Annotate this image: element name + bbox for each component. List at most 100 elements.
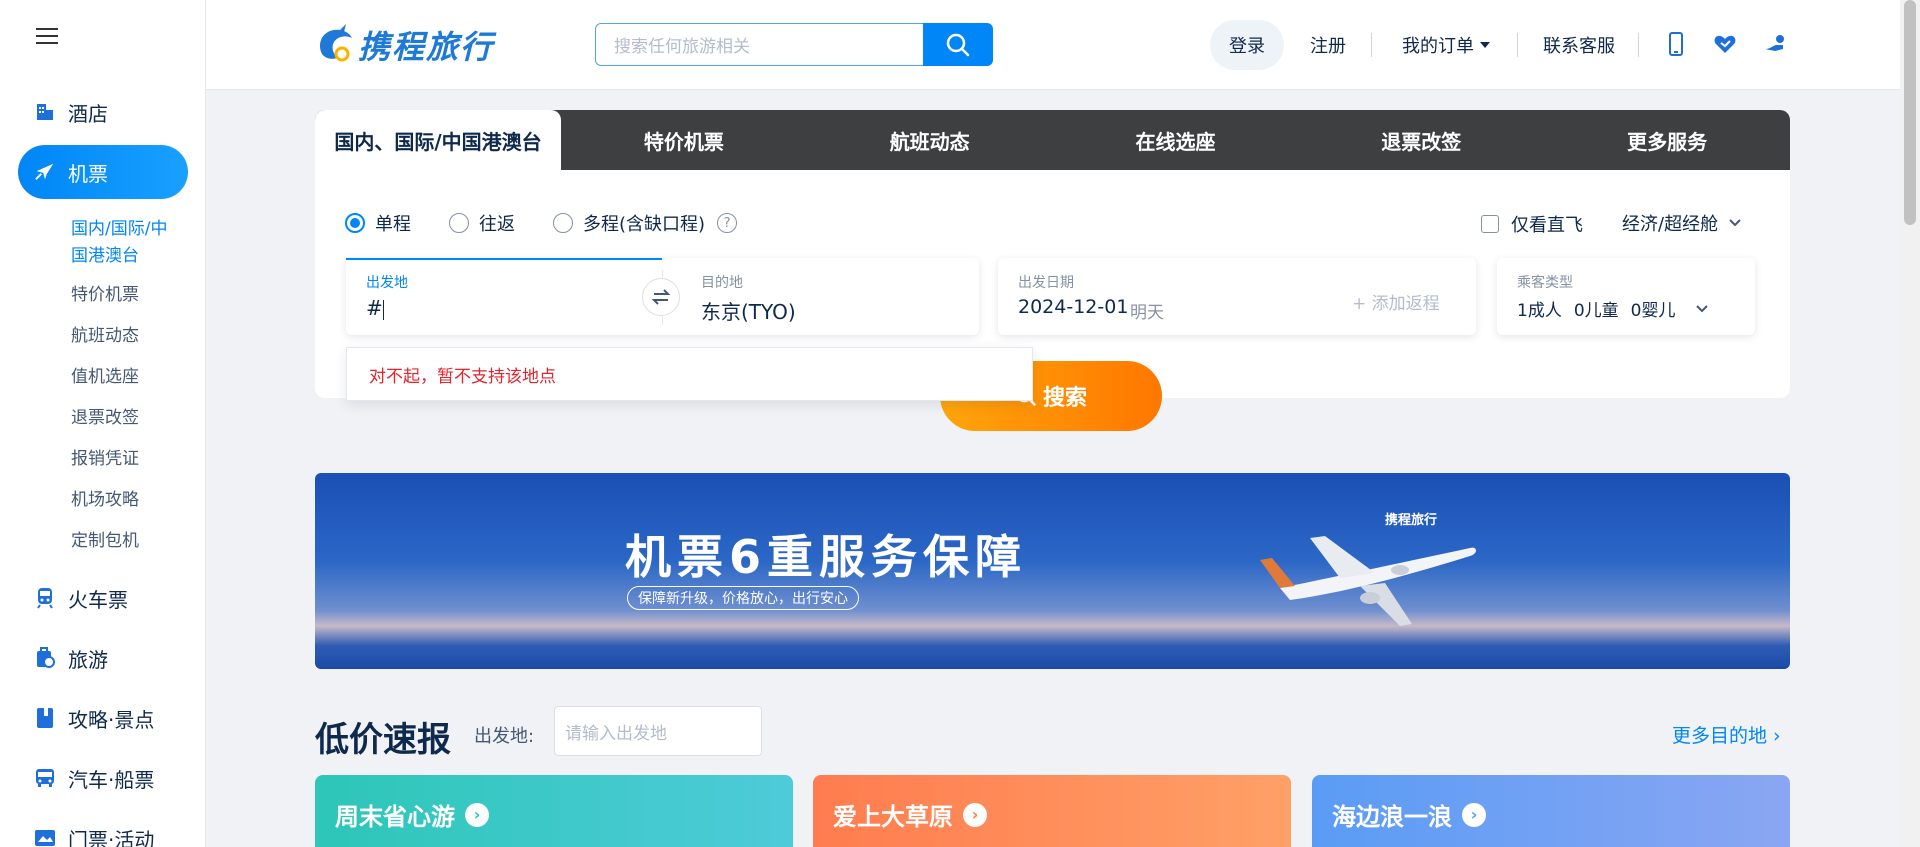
- login-button[interactable]: 登录: [1210, 20, 1284, 70]
- passenger-label: 乘客类型: [1517, 275, 1573, 291]
- customer-service-link[interactable]: 联系客服: [1543, 20, 1615, 70]
- date-value: 2024-12-01: [1018, 296, 1129, 318]
- sub-item-domestic[interactable]: 国内/国际/中 国港澳台: [71, 216, 167, 270]
- orders-label: 我的订单: [1402, 36, 1474, 57]
- scrollbar-thumb[interactable]: [1904, 0, 1916, 225]
- tab-refund-change[interactable]: 退票改签: [1298, 110, 1544, 170]
- divider: [1371, 33, 1372, 57]
- promo-banner[interactable]: 机票6重服务保障 保障新升级，价格放心，出行安心 携程旅行: [315, 473, 1790, 669]
- heart-hand-icon[interactable]: [1712, 30, 1738, 58]
- chevron-down-icon: [1729, 219, 1741, 227]
- logo[interactable]: 携程旅行: [314, 22, 494, 68]
- help-icon[interactable]: ?: [717, 213, 738, 233]
- to-input[interactable]: 东京(TYO): [701, 296, 796, 325]
- sidebar-item-travel[interactable]: 旅游: [18, 631, 188, 685]
- sidebar-item-label: 旅游: [68, 647, 108, 672]
- arrow-right-icon: ›: [465, 802, 489, 827]
- hotel-icon: [34, 101, 56, 123]
- tab-special-fares[interactable]: 特价机票: [561, 110, 807, 170]
- banner-title: 机票6重服务保障: [625, 530, 1028, 584]
- checkbox-box[interactable]: [1481, 215, 1499, 233]
- tab-domestic-international[interactable]: 国内、国际/中国港澳台: [315, 110, 561, 170]
- infants-count: 0婴儿: [1630, 301, 1676, 321]
- divider: [1638, 33, 1639, 57]
- deals-from-input[interactable]: 请输入出发地: [554, 706, 762, 756]
- orders-menu[interactable]: 我的订单: [1402, 20, 1490, 70]
- ticket-icon: [34, 827, 56, 847]
- swap-button[interactable]: [642, 278, 680, 316]
- sidebar-item-label: 汽车·船票: [68, 767, 155, 792]
- mobile-icon[interactable]: [1663, 30, 1689, 58]
- date-hint: 明天: [1130, 303, 1164, 323]
- deal-card[interactable]: 爱上大草原 ›: [813, 775, 1291, 847]
- accessibility-icon[interactable]: [1762, 30, 1788, 58]
- menu-icon[interactable]: [36, 28, 60, 46]
- sidebar-item-bus[interactable]: 汽车·船票: [18, 751, 188, 805]
- sidebar-item-label: 机票: [68, 161, 108, 186]
- sidebar-item-label: 攻略·景点: [68, 707, 155, 732]
- radio-one-way[interactable]: [345, 213, 365, 233]
- sub-item-special[interactable]: 特价机票: [71, 282, 139, 309]
- search-icon: [946, 33, 970, 56]
- sub-item-airport[interactable]: 机场攻略: [71, 487, 139, 514]
- arrow-right-icon: ›: [1462, 802, 1486, 827]
- luggage-icon: [34, 647, 56, 669]
- plane-icon: [34, 161, 56, 183]
- to-label: 目的地: [701, 275, 743, 291]
- cabin-select[interactable]: 经济/超经舱: [1622, 210, 1742, 236]
- book-icon: [34, 707, 56, 729]
- tab-more-services[interactable]: 更多服务: [1544, 110, 1790, 170]
- direct-only-label: 仅看直飞: [1511, 215, 1583, 236]
- deal-card-title: 周末省心游 ›: [335, 797, 489, 832]
- sidebar-item-guide[interactable]: 攻略·景点: [18, 691, 188, 745]
- deal-card[interactable]: 周末省心游 ›: [315, 775, 793, 847]
- top-header: 携程旅行 搜索任何旅游相关 登录 注册 我的订单 联系客服: [206, 0, 1900, 90]
- tab-flight-status[interactable]: 航班动态: [807, 110, 1053, 170]
- dolphin-logo-icon: [320, 24, 352, 62]
- location-error-dropdown: 对不起，暂不支持该地点: [346, 347, 1033, 401]
- from-label: 出发地: [366, 275, 408, 291]
- sidebar-item-hotel[interactable]: 酒店: [18, 85, 188, 139]
- sidebar: 酒店 机票 国内/国际/中 国港澳台 特价机票 航班动态 值机选座 退票改签 报销…: [0, 0, 206, 847]
- bus-icon: [34, 767, 56, 789]
- scrollbar[interactable]: [1900, 0, 1920, 847]
- sidebar-item-train[interactable]: 火车票: [18, 571, 188, 625]
- add-return-button[interactable]: + 添加返程: [1352, 289, 1440, 314]
- date-field[interactable]: 出发日期 2024-12-01 明天 + 添加返程: [998, 258, 1476, 335]
- direct-only-checkbox[interactable]: 仅看直飞: [1481, 211, 1583, 237]
- adults-count: 1成人: [1517, 301, 1562, 321]
- sidebar-item-tickets[interactable]: 门票·活动: [18, 811, 188, 847]
- passenger-field[interactable]: 乘客类型 1成人 0儿童 0婴儿: [1497, 258, 1755, 335]
- date-label: 出发日期: [1018, 275, 1074, 291]
- trip-round-label[interactable]: 往返: [479, 210, 515, 236]
- train-icon: [34, 587, 56, 609]
- tab-seat-selection[interactable]: 在线选座: [1053, 110, 1299, 170]
- cabin-label: 经济/超经舱: [1622, 214, 1719, 235]
- sub-item-charter[interactable]: 定制包机: [71, 528, 139, 555]
- children-count: 0儿童: [1573, 301, 1619, 321]
- flight-tabs: 国内、国际/中国港澳台 特价机票 航班动态 在线选座 退票改签 更多服务: [315, 110, 1790, 170]
- arrow-right-icon: ›: [963, 802, 987, 827]
- deal-card-title: 海边浪一浪 ›: [1332, 797, 1486, 832]
- radio-multi-city[interactable]: [553, 213, 573, 233]
- sidebar-item-flight[interactable]: 机票: [18, 145, 188, 199]
- register-link[interactable]: 注册: [1310, 20, 1346, 70]
- deals-from-label: 出发地:: [474, 726, 535, 747]
- trip-one-way-label[interactable]: 单程: [375, 210, 411, 236]
- more-destinations-link[interactable]: 更多目的地 ›: [1672, 721, 1781, 748]
- sub-item-status[interactable]: 航班动态: [71, 323, 139, 350]
- banner-subtitle: 保障新升级，价格放心，出行安心: [627, 586, 859, 610]
- global-search-button[interactable]: [923, 23, 993, 66]
- sub-item-refund[interactable]: 退票改签: [71, 405, 139, 432]
- global-search-input[interactable]: 搜索任何旅游相关: [595, 23, 923, 66]
- divider: [1517, 33, 1518, 57]
- from-input[interactable]: #: [366, 296, 384, 320]
- search-button-label: 搜索: [1042, 386, 1087, 411]
- sub-item-receipt[interactable]: 报销凭证: [71, 446, 139, 473]
- sub-item-checkin[interactable]: 值机选座: [71, 364, 139, 391]
- logo-text: 携程旅行: [358, 28, 495, 66]
- radio-round-trip[interactable]: [449, 213, 469, 233]
- deal-card[interactable]: 海边浪一浪 ›: [1312, 775, 1790, 847]
- trip-multi-label[interactable]: 多程(含缺口程): [583, 210, 705, 236]
- chevron-down-icon: [1696, 304, 1709, 312]
